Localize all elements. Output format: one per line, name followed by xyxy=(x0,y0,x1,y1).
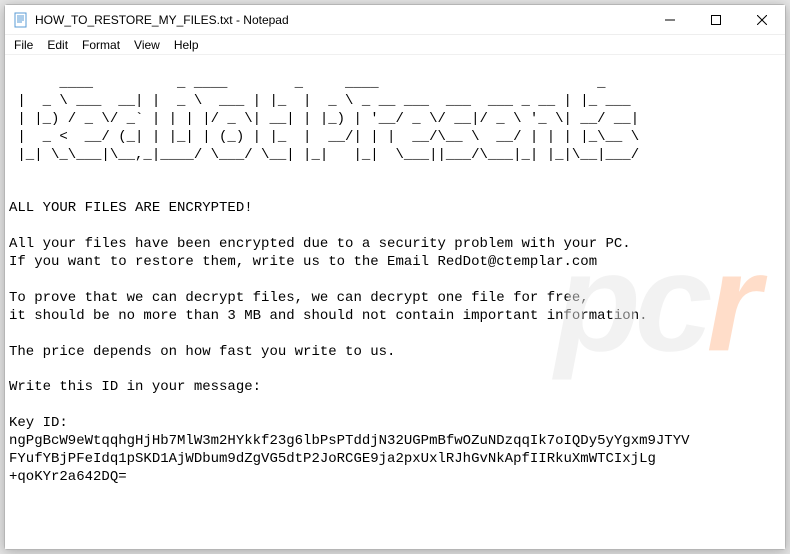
key-id-line3: +qoKYr2a642DQ= xyxy=(9,469,127,485)
ransom-p4: Write this ID in your message: xyxy=(9,379,261,395)
key-id-line2: FYufYBjPFeIdq1pSKD1AjWDbum9dZgVG5dtP2JoR… xyxy=(9,451,656,467)
ascii-art-trail xyxy=(9,182,639,198)
maximize-button[interactable] xyxy=(693,5,739,34)
minimize-button[interactable] xyxy=(647,5,693,34)
ransom-p3: The price depends on how fast you write … xyxy=(9,344,395,360)
ransom-p2b: it should be no more than 3 MB and shoul… xyxy=(9,308,648,324)
key-id-label: Key ID: xyxy=(9,415,68,431)
ransom-p1b: If you want to restore them, write us to… xyxy=(9,254,597,270)
titlebar: HOW_TO_RESTORE_MY_FILES.txt - Notepad xyxy=(5,5,785,35)
ransom-p1a: All your files have been encrypted due t… xyxy=(9,236,631,252)
menu-view[interactable]: View xyxy=(127,37,167,53)
watermark-r: r xyxy=(707,223,755,380)
notepad-icon xyxy=(13,12,29,28)
menu-help[interactable]: Help xyxy=(167,37,206,53)
notepad-window: HOW_TO_RESTORE_MY_FILES.txt - Notepad Fi… xyxy=(4,4,786,550)
window-controls xyxy=(647,5,785,34)
menu-file[interactable]: File xyxy=(7,37,40,53)
key-id-line1: ngPgBcW9eWtqqhgHjHb7MlW3m2HYkkf23g6lbPsP… xyxy=(9,433,690,449)
ascii-art-banner: ____ _ ____ _ ____ _ | _ \ ___ __| | _ \… xyxy=(9,75,664,163)
text-area[interactable]: pcr ____ _ ____ _ ____ _ | _ \ ___ __| |… xyxy=(5,55,785,549)
menu-edit[interactable]: Edit xyxy=(40,37,75,53)
ransom-heading: ALL YOUR FILES ARE ENCRYPTED! xyxy=(9,200,253,216)
close-button[interactable] xyxy=(739,5,785,34)
ransom-p2a: To prove that we can decrypt files, we c… xyxy=(9,290,589,306)
window-title: HOW_TO_RESTORE_MY_FILES.txt - Notepad xyxy=(35,13,289,27)
menu-format[interactable]: Format xyxy=(75,37,127,53)
menubar: File Edit Format View Help xyxy=(5,35,785,55)
